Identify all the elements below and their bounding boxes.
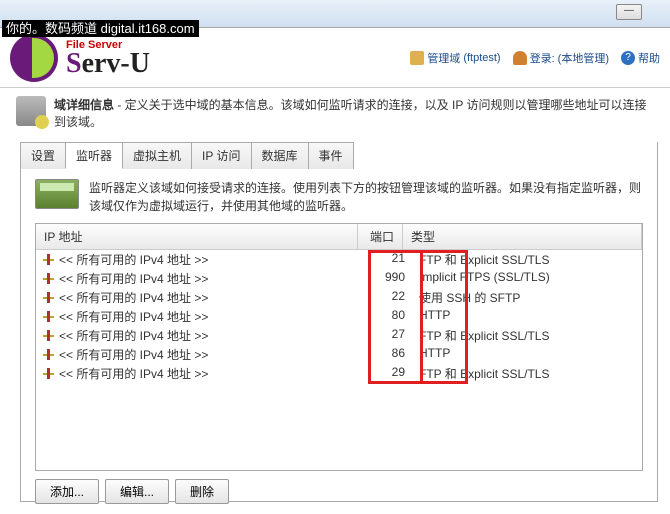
listener-row-icon xyxy=(42,329,55,342)
table-row[interactable]: << 所有可用的 IPv4 地址 >>80HTTP xyxy=(36,307,642,326)
server-icon xyxy=(410,51,424,65)
tab-0[interactable]: 设置 xyxy=(20,142,66,169)
watermark-text: 你的。数码频道 digital.it168.com xyxy=(2,18,199,37)
tab-bar: 设置监听器虚拟主机IP 访问数据库事件 xyxy=(20,142,657,169)
table-row[interactable]: << 所有可用的 IPv4 地址 >>21FTP 和 Explicit SSL/… xyxy=(36,250,642,269)
app-header: File Server Serv-U 管理域(ftptest) 登录:(本地管理… xyxy=(0,28,670,88)
col-ip[interactable]: IP 地址 xyxy=(36,224,358,249)
brand-block: File Server Serv-U xyxy=(66,39,150,76)
user-icon xyxy=(513,51,527,65)
table-row[interactable]: << 所有可用的 IPv4 地址 >>990Implicit FTPS (SSL… xyxy=(36,269,642,288)
domain-info-banner: 域详细信息 - 定义关于选中域的基本信息。该域如何监听请求的连接，以及 IP 访… xyxy=(0,88,670,138)
tab-4[interactable]: 数据库 xyxy=(251,142,309,169)
delete-button[interactable]: 删除 xyxy=(175,479,229,504)
edit-button[interactable]: 编辑... xyxy=(105,479,169,504)
help-icon: ? xyxy=(621,51,635,65)
tab-5[interactable]: 事件 xyxy=(308,142,354,169)
login-link[interactable]: 登录:(本地管理) xyxy=(513,50,609,66)
tab-3[interactable]: IP 访问 xyxy=(191,142,251,169)
table-row[interactable]: << 所有可用的 IPv4 地址 >>27FTP 和 Explicit SSL/… xyxy=(36,326,642,345)
col-port[interactable]: 端口 xyxy=(358,224,403,249)
listener-description: 监听器定义该域如何接受请求的连接。使用列表下方的按钮管理该域的监听器。如果没有指… xyxy=(89,179,643,215)
servu-logo-icon xyxy=(10,34,58,82)
domain-info-icon xyxy=(16,96,46,126)
table-row[interactable]: << 所有可用的 IPv4 地址 >>29FTP 和 Explicit SSL/… xyxy=(36,364,642,383)
listener-row-icon xyxy=(42,348,55,361)
tab-1[interactable]: 监听器 xyxy=(65,142,123,169)
table-header: IP 地址 端口 类型 xyxy=(36,224,642,250)
help-link[interactable]: ? 帮助 xyxy=(621,50,660,66)
listener-row-icon xyxy=(42,272,55,285)
listener-row-icon xyxy=(42,253,55,266)
add-button[interactable]: 添加... xyxy=(35,479,99,504)
tab-2[interactable]: 虚拟主机 xyxy=(122,142,192,169)
minimize-button[interactable]: — xyxy=(616,4,642,20)
listener-row-icon xyxy=(42,310,55,323)
col-type[interactable]: 类型 xyxy=(403,224,642,249)
brand-title: Serv-U xyxy=(66,51,150,76)
network-card-icon xyxy=(35,179,79,209)
listener-row-icon xyxy=(42,291,55,304)
manage-domain-link[interactable]: 管理域(ftptest) xyxy=(410,50,500,66)
listener-table: IP 地址 端口 类型 << 所有可用的 IPv4 地址 >>21FTP 和 E… xyxy=(35,223,643,471)
table-row[interactable]: << 所有可用的 IPv4 地址 >>86HTTP xyxy=(36,345,642,364)
content-panel: 设置监听器虚拟主机IP 访问数据库事件 监听器定义该域如何接受请求的连接。使用列… xyxy=(20,142,658,502)
listener-row-icon xyxy=(42,367,55,380)
table-row[interactable]: << 所有可用的 IPv4 地址 >>22使用 SSH 的 SFTP xyxy=(36,288,642,307)
